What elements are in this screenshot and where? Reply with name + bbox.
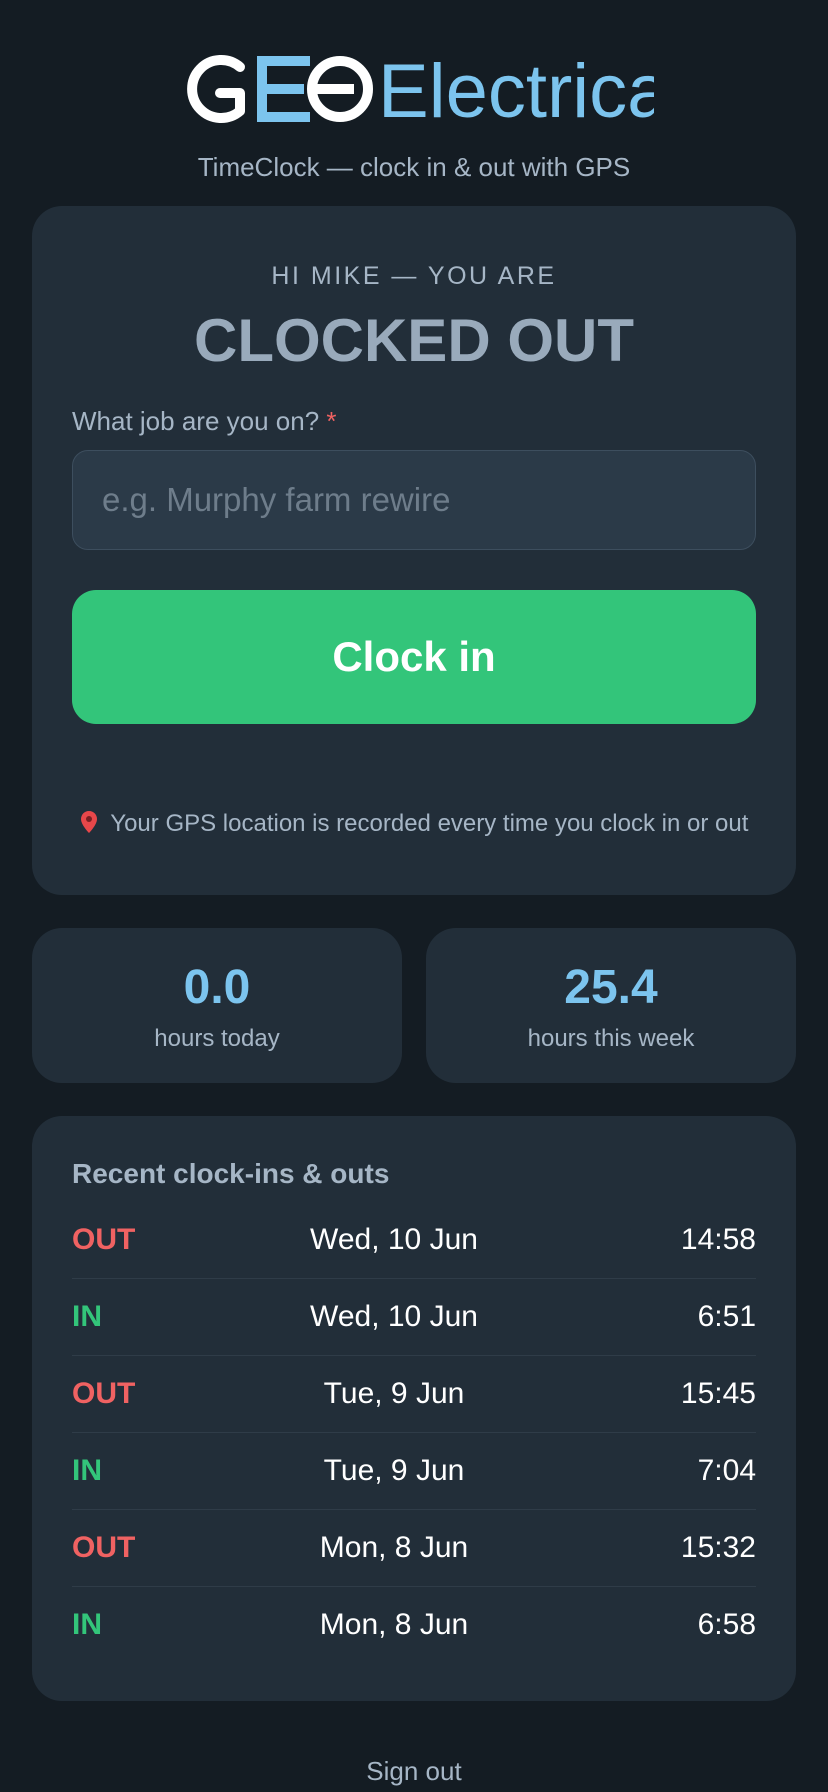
status-greeting: HI MIKE — YOU ARE xyxy=(271,262,557,290)
job-label-text: What job are you on? xyxy=(72,406,320,436)
recent-list: OUT Wed, 10 Jun 14:58 IN Wed, 10 Jun 6:5… xyxy=(72,1202,756,1663)
hours-week-label: hours this week xyxy=(527,1025,695,1052)
clock-in-button[interactable]: Clock in xyxy=(72,590,756,724)
gps-note: Your GPS location is recorded every time… xyxy=(32,810,796,838)
entry-date: Wed, 10 Jun xyxy=(310,1300,478,1333)
list-item: OUT Wed, 10 Jun 14:58 xyxy=(72,1202,756,1279)
hours-today-card: 0.0 hours today xyxy=(32,928,402,1083)
job-field-label: What job are you on? * xyxy=(72,406,337,437)
list-item: IN Tue, 9 Jun 7:04 xyxy=(72,1433,756,1510)
brand-logo: Electrical xyxy=(0,44,828,134)
entry-type: IN xyxy=(72,1300,102,1333)
recent-title: Recent clock-ins & outs xyxy=(72,1158,390,1189)
pin-icon xyxy=(80,810,105,837)
entry-time: 14:58 xyxy=(680,1223,756,1256)
entry-time: 6:58 xyxy=(697,1608,756,1641)
entry-type: IN xyxy=(72,1608,102,1641)
entry-date: Wed, 10 Jun xyxy=(310,1223,478,1256)
entry-time: 7:04 xyxy=(697,1454,756,1487)
list-item: IN Mon, 8 Jun 6:58 xyxy=(72,1587,756,1663)
status-card: HI MIKE — YOU ARE CLOCKED OUT What job a… xyxy=(32,206,796,895)
brand-name: Electrical xyxy=(378,49,654,129)
hours-today-value: 0.0 xyxy=(183,961,251,1014)
hours-week-value: 25.4 xyxy=(564,961,658,1014)
hours-today-label: hours today xyxy=(154,1025,280,1052)
list-item: IN Wed, 10 Jun 6:51 xyxy=(72,1279,756,1356)
entry-date: Mon, 8 Jun xyxy=(319,1531,469,1564)
app-header: Electrical TimeClock — clock in & out wi… xyxy=(0,0,828,183)
list-item: OUT Mon, 8 Jun 15:32 xyxy=(72,1510,756,1587)
entry-date: Tue, 9 Jun xyxy=(323,1377,465,1410)
entry-time: 15:32 xyxy=(680,1531,756,1564)
recent-activity-card: Recent clock-ins & outs OUT Wed, 10 Jun … xyxy=(32,1116,796,1701)
job-input[interactable] xyxy=(72,450,756,550)
entry-time: 15:45 xyxy=(680,1377,756,1410)
entry-time: 6:51 xyxy=(697,1300,756,1333)
entry-type: OUT xyxy=(72,1377,136,1410)
entry-type: OUT xyxy=(72,1223,136,1256)
list-item: OUT Tue, 9 Jun 15:45 xyxy=(72,1356,756,1433)
hours-week-card: 25.4 hours this week xyxy=(426,928,796,1083)
required-mark: * xyxy=(326,406,337,436)
clock-status: CLOCKED OUT xyxy=(194,307,634,374)
entry-type: IN xyxy=(72,1454,102,1487)
gps-note-text: Your GPS location is recorded every time… xyxy=(110,810,749,837)
sign-out-link[interactable]: Sign out xyxy=(0,1756,828,1787)
app-subtitle: TimeClock — clock in & out with GPS xyxy=(197,152,631,182)
entry-date: Mon, 8 Jun xyxy=(319,1608,469,1641)
entry-date: Tue, 9 Jun xyxy=(323,1454,465,1487)
entry-type: OUT xyxy=(72,1531,136,1564)
